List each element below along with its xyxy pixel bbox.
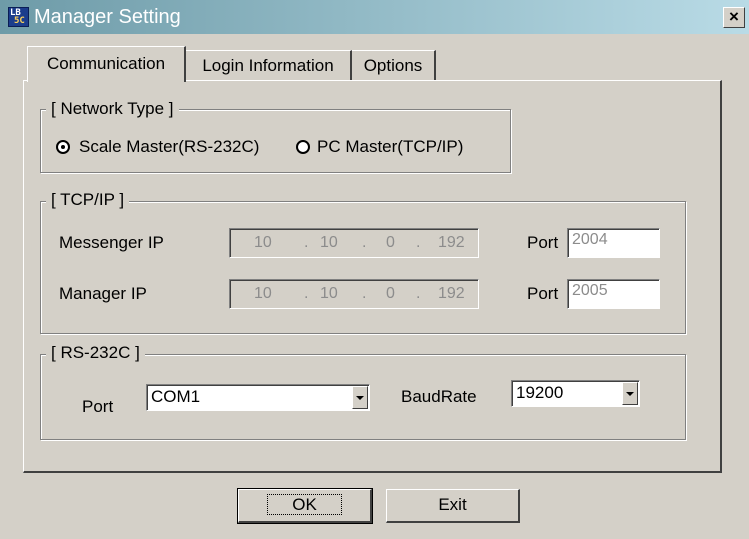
manager-port-label: Port: [527, 284, 559, 303]
messenger-port-label: Port: [527, 233, 559, 252]
window-title: Manager Setting: [34, 6, 181, 28]
ip-dot: .: [362, 285, 367, 302]
radio-label-scale-master[interactable]: Scale Master(RS-232C): [79, 137, 259, 157]
chevron-down-icon[interactable]: [352, 386, 368, 409]
port-value: 2004: [572, 231, 608, 248]
close-button[interactable]: ×: [723, 7, 745, 28]
chevron-down-icon[interactable]: [622, 382, 638, 405]
manager-ip-field[interactable]: 10 . 10 . 0 . 192: [229, 279, 479, 309]
exit-button[interactable]: Exit: [386, 489, 520, 523]
serial-port-label: Port: [82, 397, 114, 416]
ip-octet: 192: [438, 234, 465, 251]
ip-octet: 192: [438, 285, 465, 302]
baudrate-label: BaudRate: [401, 387, 477, 406]
tab-login-information[interactable]: Login Information: [186, 50, 352, 80]
app-icon-text-bottom: 5C: [14, 16, 25, 26]
ip-dot: .: [416, 234, 421, 251]
manager-port-field[interactable]: 2005: [567, 279, 660, 309]
radio-scale-master[interactable]: [56, 140, 70, 154]
messenger-ip-label: Messenger IP: [59, 233, 164, 252]
tab-options[interactable]: Options: [352, 50, 436, 80]
messenger-ip-field[interactable]: 10 . 10 . 0 . 192: [229, 228, 479, 258]
ip-octet: 10: [320, 285, 338, 302]
ip-octet: 10: [320, 234, 338, 251]
baudrate-select[interactable]: 19200: [511, 380, 640, 407]
ip-octet: 10: [254, 285, 272, 302]
baudrate-value: 19200: [516, 383, 564, 402]
ip-octet: 10: [254, 234, 272, 251]
close-icon: ×: [729, 7, 739, 26]
ip-dot: .: [416, 285, 421, 302]
tab-label: Communication: [46, 54, 166, 73]
ok-button-label: OK: [267, 494, 342, 515]
ip-octet: 0: [386, 234, 395, 251]
ip-octet: 0: [386, 285, 395, 302]
port-value: 2005: [572, 282, 608, 299]
radio-label-pc-master[interactable]: PC Master(TCP/IP): [317, 137, 463, 157]
ip-dot: .: [304, 234, 309, 251]
ip-dot: .: [304, 285, 309, 302]
ok-button[interactable]: OK: [237, 488, 373, 524]
serial-port-select[interactable]: COM1: [146, 384, 370, 411]
app-icon: LB 5C: [8, 7, 29, 27]
messenger-port-field[interactable]: 2004: [567, 228, 660, 258]
tab-communication[interactable]: Communication: [27, 46, 186, 82]
network-type-legend: [ Network Type ]: [46, 99, 179, 119]
tcpip-legend: [ TCP/IP ]: [46, 190, 130, 210]
manager-ip-label: Manager IP: [59, 284, 147, 303]
serial-port-value: COM1: [151, 387, 201, 406]
exit-button-label: Exit: [438, 495, 467, 514]
tab-label: Options: [363, 56, 423, 75]
radio-pc-master[interactable]: [296, 140, 310, 154]
ip-dot: .: [362, 234, 367, 251]
rs232c-legend: [ RS-232C ]: [46, 343, 145, 363]
tab-label: Login Information: [202, 56, 334, 75]
tcpip-group: [40, 201, 686, 334]
